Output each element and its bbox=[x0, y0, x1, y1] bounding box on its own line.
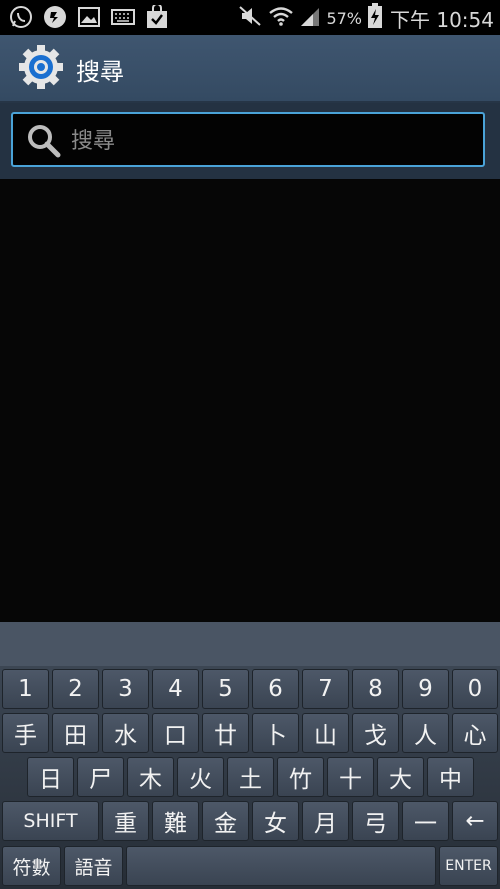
search-bar-area bbox=[0, 103, 500, 179]
action-bar: 搜尋 bbox=[0, 35, 500, 103]
keyboard-icon bbox=[110, 4, 136, 30]
key-shui[interactable]: 水 bbox=[102, 713, 149, 753]
wifi-icon bbox=[268, 4, 294, 33]
search-results bbox=[0, 179, 500, 622]
key-da[interactable]: 大 bbox=[377, 757, 424, 797]
keyboard: 1 2 3 4 5 6 7 8 9 0 手 田 水 口 廿 卜 山 戈 人 心 … bbox=[0, 622, 500, 889]
key-nan[interactable]: 難 bbox=[152, 801, 199, 841]
key-zhong-heavy[interactable]: 重 bbox=[102, 801, 149, 841]
key-7[interactable]: 7 bbox=[302, 669, 349, 709]
key-nv[interactable]: 女 bbox=[252, 801, 299, 841]
key-mu[interactable]: 木 bbox=[127, 757, 174, 797]
key-bu[interactable]: 卜 bbox=[252, 713, 299, 753]
key-kou[interactable]: 口 bbox=[152, 713, 199, 753]
page-title: 搜尋 bbox=[76, 58, 124, 86]
key-zhong[interactable]: 中 bbox=[427, 757, 474, 797]
backspace-key[interactable]: ← bbox=[452, 801, 498, 841]
whatsapp-icon bbox=[8, 4, 34, 30]
key-1[interactable]: 1 bbox=[2, 669, 49, 709]
voice-input-key[interactable]: 語音 bbox=[64, 846, 123, 886]
search-box[interactable] bbox=[11, 112, 485, 167]
key-8[interactable]: 8 bbox=[352, 669, 399, 709]
key-2[interactable]: 2 bbox=[52, 669, 99, 709]
key-zhu[interactable]: 竹 bbox=[277, 757, 324, 797]
key-6[interactable]: 6 bbox=[252, 669, 299, 709]
battery-percent: 57% bbox=[326, 8, 362, 28]
notification-icons bbox=[8, 4, 170, 30]
sync-icon bbox=[42, 4, 68, 30]
status-bar: 57% 下午 10:54 bbox=[0, 0, 500, 35]
gallery-icon bbox=[76, 4, 102, 30]
signal-icon bbox=[299, 5, 321, 32]
enter-key[interactable]: ENTER bbox=[439, 846, 498, 886]
key-3[interactable]: 3 bbox=[102, 669, 149, 709]
search-input[interactable] bbox=[69, 120, 473, 162]
key-0[interactable]: 0 bbox=[452, 669, 498, 709]
key-shi[interactable]: 尸 bbox=[77, 757, 124, 797]
key-ge[interactable]: 戈 bbox=[352, 713, 399, 753]
system-status: 57% 下午 10:54 bbox=[237, 2, 494, 34]
key-ren[interactable]: 人 bbox=[402, 713, 449, 753]
settings-gear-icon[interactable] bbox=[18, 44, 64, 90]
keyboard-candidate-bar bbox=[0, 622, 500, 666]
key-9[interactable]: 9 bbox=[402, 669, 449, 709]
key-tu[interactable]: 土 bbox=[227, 757, 274, 797]
battery-charging-icon bbox=[367, 2, 383, 34]
key-jin[interactable]: 金 bbox=[202, 801, 249, 841]
store-bag-icon bbox=[144, 4, 170, 30]
key-gong[interactable]: 弓 bbox=[352, 801, 399, 841]
key-tian[interactable]: 田 bbox=[52, 713, 99, 753]
clock: 下午 10:54 bbox=[390, 7, 494, 32]
key-yue[interactable]: 月 bbox=[302, 801, 349, 841]
key-nian[interactable]: 廿 bbox=[202, 713, 249, 753]
key-4[interactable]: 4 bbox=[152, 669, 199, 709]
shift-key[interactable]: SHIFT bbox=[2, 801, 99, 841]
key-yi[interactable]: 一 bbox=[402, 801, 449, 841]
key-huo[interactable]: 火 bbox=[177, 757, 224, 797]
key-5[interactable]: 5 bbox=[202, 669, 249, 709]
key-ri[interactable]: 日 bbox=[27, 757, 74, 797]
space-key[interactable] bbox=[126, 846, 436, 886]
key-shan[interactable]: 山 bbox=[302, 713, 349, 753]
symbols-key[interactable]: 符數 bbox=[2, 846, 61, 886]
search-icon bbox=[27, 124, 61, 158]
key-xin[interactable]: 心 bbox=[452, 713, 498, 753]
mute-icon bbox=[237, 4, 263, 33]
key-shou[interactable]: 手 bbox=[2, 713, 49, 753]
key-shi-ten[interactable]: 十 bbox=[327, 757, 374, 797]
